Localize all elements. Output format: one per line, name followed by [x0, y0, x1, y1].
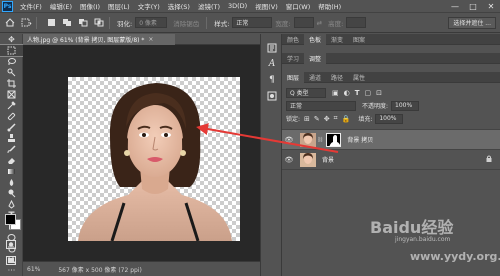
foreground-color-swatch[interactable]	[5, 214, 16, 225]
watermark-brand: Baidu经验	[370, 218, 454, 237]
watermark-site: www.yydy.org.5	[410, 250, 500, 263]
watermark-url: jingyan.baidu.com	[395, 236, 451, 243]
photoshop-window: Ps 文件(F) 编辑(E) 图像(I) 图层(L) 文字(Y) 选择(S) 滤…	[0, 0, 500, 276]
